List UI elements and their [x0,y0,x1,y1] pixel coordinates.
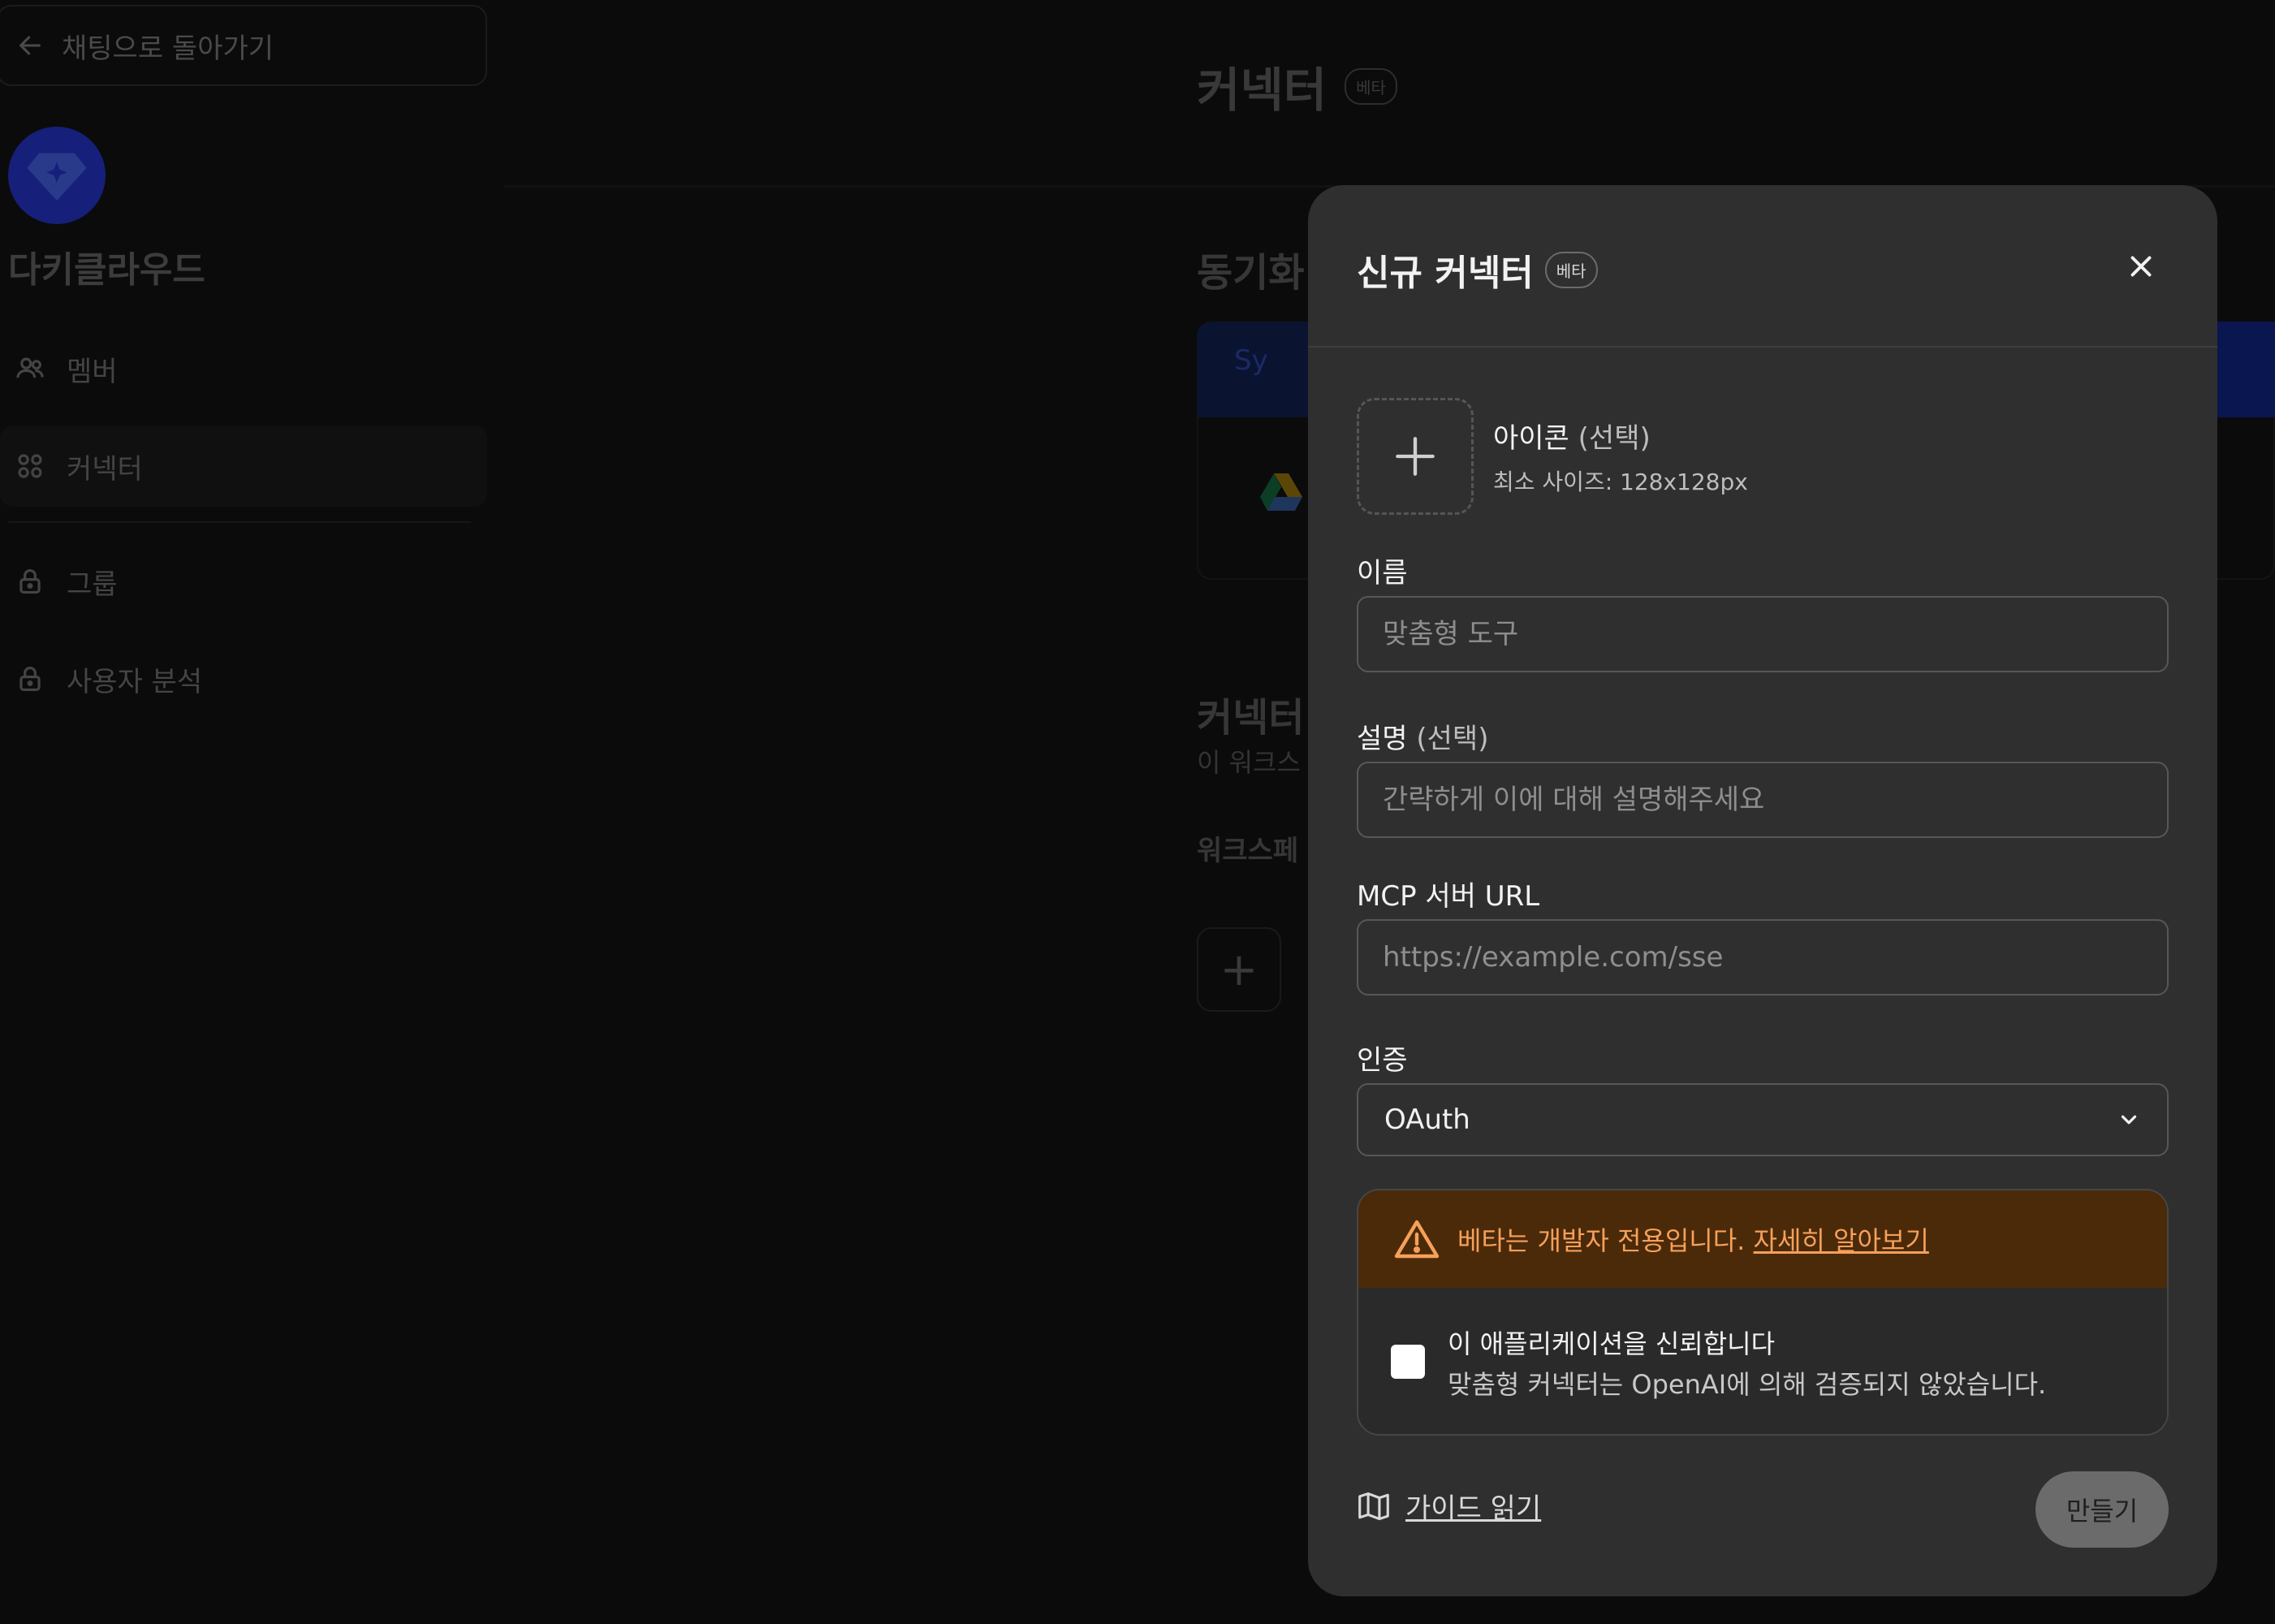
sidebar-item-label: 커넥터 [67,452,143,486]
connectors-section-subtitle: 이 워크스 [1197,747,1301,778]
icon-upload-button[interactable] [1357,398,1474,515]
mcp-server-url-input[interactable] [1357,919,2169,996]
sync-banner-edge [2208,322,2275,417]
page-title: 커넥터 베타 [1197,52,1397,120]
description-optional-text: (선택) [1416,723,1489,755]
connectors-icon [18,454,42,478]
warning-icon [1394,1220,1440,1259]
back-to-chat-button[interactable]: 채팅으로 돌아가기 [0,5,487,86]
trust-subtitle: 맞춤형 커넥터는 OpenAI에 의해 검증되지 않았습니다. [1448,1369,2047,1400]
workspace-name: 다키클라우드 [8,249,205,291]
book-icon [1358,1492,1389,1520]
read-guide-label: 가이드 읽기 [1405,1492,1542,1525]
beta-warning-box: 베타는 개발자 전용입니다. 자세히 알아보기 이 애플리케이션을 신뢰합니다 … [1357,1189,2169,1436]
connectors-section-title: 커넥터 [1197,695,1305,741]
sidebar-item-label: 사용자 분석 [67,665,203,698]
new-connector-modal: 신규 커넥터 베타 아이콘 (선택) 최소 사이즈: 128x128px 이름 … [1308,185,2217,1596]
beta-badge: 베타 [1544,251,1598,288]
add-connector-button[interactable]: + [1197,927,1281,1012]
beta-warning-banner: 베타는 개발자 전용입니다. 자세히 알아보기 [1358,1190,2167,1288]
description-label-text: 설명 [1357,723,1408,755]
sidebar-item-members[interactable]: 멤버 [0,328,487,409]
close-icon [2130,256,2152,277]
create-button[interactable]: 만들기 [2035,1471,2169,1548]
sidebar-item-groups[interactable]: 그룹 [0,541,487,622]
modal-title-text: 신규 커넥터 [1357,253,1534,294]
google-drive-icon [1260,473,1302,511]
modal-title: 신규 커넥터 베타 [1357,244,1598,296]
icon-label-text: 아이콘 [1493,422,1569,455]
workspace-section-title: 워크스페 [1197,835,1299,867]
workspace-avatar [8,127,106,224]
close-button[interactable] [2122,247,2161,286]
read-guide-link[interactable]: 가이드 읽기 [1357,1486,1541,1526]
page-title-text: 커넥터 [1197,63,1327,118]
warning-message: 베타는 개발자 전용입니다. [1457,1225,1746,1256]
arrow-left-icon [19,36,41,55]
name-field-label: 이름 [1357,557,1408,590]
back-to-chat-label: 채팅으로 돌아가기 [62,32,274,65]
description-input[interactable] [1357,762,2169,838]
icon-optional-text: (선택) [1578,422,1651,455]
modal-header: 신규 커넥터 베타 [1308,185,2217,348]
sync-banner-text: Sy [1234,344,1268,377]
sidebar-item-connectors[interactable]: 커넥터 [0,425,487,507]
auth-select[interactable]: OAuth [1357,1083,2169,1156]
beta-warning-text: 베타는 개발자 전용입니다. 자세히 알아보기 [1457,1220,1929,1258]
sidebar-divider [8,521,471,523]
icon-field-label: 아이콘 (선택) [1493,416,1651,456]
sidebar-item-label: 멤버 [67,355,118,388]
chevron-down-icon [2121,1115,2137,1125]
trust-section: 이 애플리케이션을 신뢰합니다 맞춤형 커넥터는 OpenAI에 의해 검증되지… [1358,1288,2167,1434]
url-field-label: MCP 서버 URL [1357,880,1540,913]
plus-icon [1396,437,1435,476]
diamond-icon [27,153,87,201]
trust-title: 이 애플리케이션을 신뢰합니다 [1448,1328,1776,1359]
lock-icon [19,568,41,594]
name-input[interactable] [1357,596,2169,672]
sidebar-item-user-analytics[interactable]: 사용자 분석 [0,638,487,719]
trust-checkbox[interactable] [1391,1345,1425,1379]
auth-field-label: 인증 [1357,1044,1408,1077]
users-icon [16,357,44,378]
sidebar-item-label: 그룹 [67,568,118,601]
lock-icon [19,666,41,692]
sync-section-title: 동기화 [1197,250,1305,296]
learn-more-link[interactable]: 자세히 알아보기 [1754,1225,1929,1256]
auth-selected-value: OAuth [1384,1104,1470,1136]
icon-size-hint: 최소 사이즈: 128x128px [1493,469,1748,495]
page-beta-badge: 베타 [1345,67,1397,105]
description-field-label: 설명 (선택) [1357,716,1488,756]
